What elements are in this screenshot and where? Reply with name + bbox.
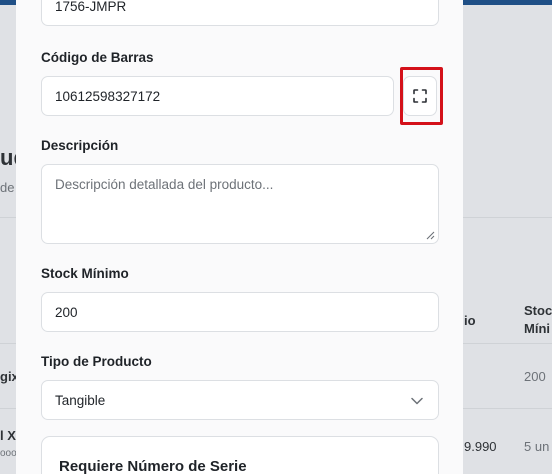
product-type-select[interactable]: Tangible	[41, 380, 439, 420]
serial-number-title: Requiere Número de Serie	[59, 458, 247, 474]
sku-value: 1756-JMPR	[55, 0, 127, 14]
table-row2-price: 9.990	[464, 439, 497, 454]
barcode-input[interactable]: 10612598327172	[41, 76, 394, 116]
table-row2-stock: 5 un	[524, 439, 550, 454]
barcode-value: 10612598327172	[55, 88, 161, 104]
barcode-label: Código de Barras	[41, 50, 154, 65]
min-stock-label: Stock Mínimo	[41, 266, 129, 281]
table-header-stock-line1: Stoc	[524, 303, 552, 318]
description-textarea[interactable]: Descripción detallada del producto...	[41, 164, 439, 244]
table-row1-stock: 200	[524, 369, 546, 384]
table-row2-name: l X	[0, 428, 16, 443]
min-stock-value: 200	[55, 304, 78, 320]
background-subheading: de	[0, 180, 15, 195]
resize-handle-icon[interactable]	[426, 231, 435, 240]
chevron-down-icon	[411, 397, 423, 405]
sku-input[interactable]: 1756-JMPR	[41, 0, 439, 26]
product-form-modal: 1756-JMPR Código de Barras 1061259832717…	[16, 0, 463, 474]
description-placeholder: Descripción detallada del producto...	[55, 177, 274, 192]
table-header-stock-line2: Míni	[524, 321, 550, 336]
product-type-label: Tipo de Producto	[41, 354, 152, 369]
table-header-price: io	[464, 313, 476, 328]
scan-button-highlight	[400, 67, 443, 125]
description-label: Descripción	[41, 138, 119, 153]
serial-number-card: Requiere Número de Serie	[41, 436, 439, 474]
table-row2-sub: ooo	[0, 448, 17, 459]
product-type-value: Tangible	[55, 392, 106, 408]
min-stock-input[interactable]: 200	[41, 292, 439, 332]
